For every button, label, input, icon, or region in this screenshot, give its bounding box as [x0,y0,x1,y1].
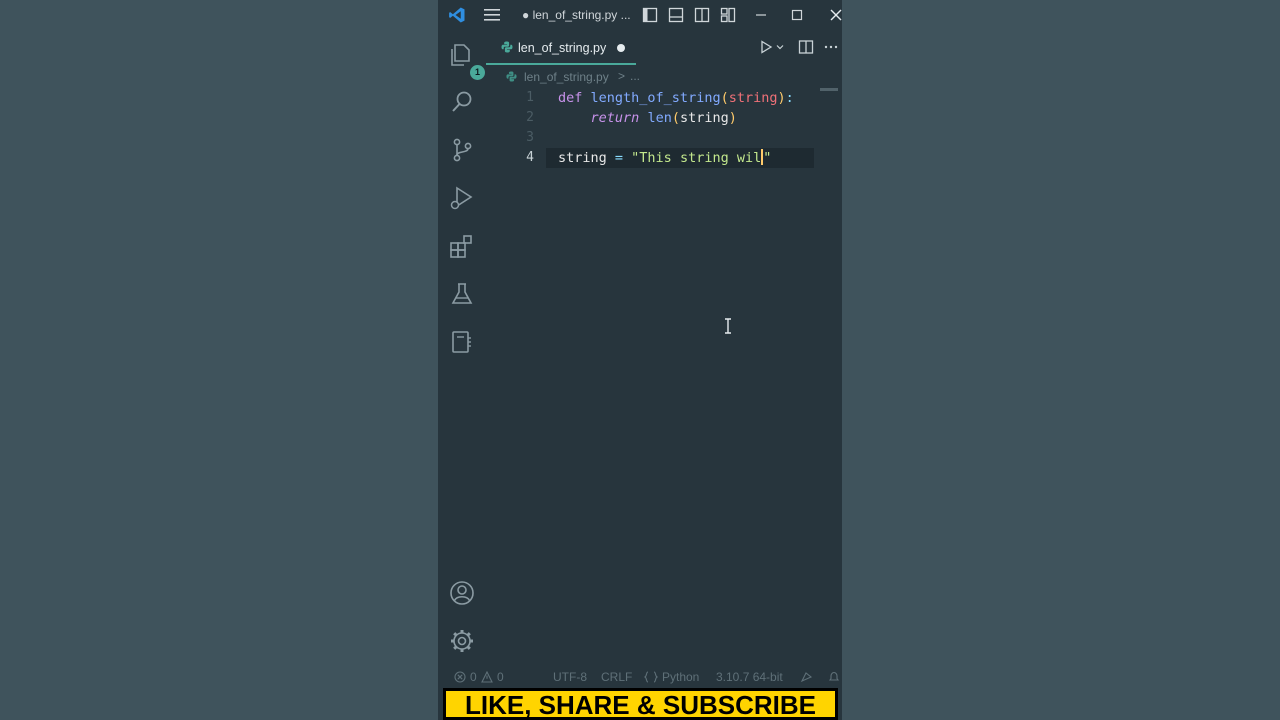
close-icon[interactable] [827,6,842,24]
function-name: length_of_string [590,90,721,106]
closing-quote: " [763,150,772,166]
unsaved-dot-icon[interactable] [617,44,625,52]
video-background-left [0,0,438,720]
line-number: 2 [526,110,534,125]
run-dropdown-chevron-icon[interactable] [775,39,785,55]
parameter: string [728,90,778,106]
activity-bar: 1 [438,30,486,666]
more-icon[interactable] [823,39,839,55]
encoding[interactable]: UTF-8 [553,670,587,684]
minimize-icon[interactable] [752,6,770,24]
python-interpreter[interactable]: 3.10.7 64-bit [716,670,783,684]
breadcrumb: len_of_string.py > ... [486,66,842,88]
subscribe-banner: LIKE, SHARE & SUBSCRIBE [443,688,838,720]
open-paren: ( [720,90,729,106]
video-background-right [842,0,1280,720]
tab-label: len_of_string.py [518,41,607,55]
toggle-panel-icon[interactable] [668,7,684,23]
run-debug-icon [450,186,473,210]
feedback-icon[interactable] [800,671,813,683]
variable: string [558,150,607,166]
toggle-primary-sidebar-icon[interactable] [642,7,658,23]
python-file-icon [506,71,517,82]
customize-layout-icon[interactable] [720,7,736,23]
error-count[interactable]: 0 [470,670,477,684]
explorer-badge: 1 [470,65,485,80]
notebook-icon [452,331,471,353]
line-number: 1 [526,90,534,105]
settings-button[interactable] [449,628,475,654]
keyword-def: def [558,90,583,106]
language-braces-icon [644,671,658,683]
code-editor[interactable]: 1 def length_of_string(string): 2 return… [486,88,842,666]
menu-icon[interactable] [484,8,500,22]
close-paren: ) [777,90,786,106]
editor-tab-bar: len_of_string.py [486,30,842,65]
banner-text: LIKE, SHARE & SUBSCRIBE [464,690,817,720]
notifications-bell-icon[interactable] [828,671,840,683]
breadcrumb-file[interactable]: len_of_string.py [524,70,609,84]
colon: : [785,90,794,106]
code-text: return len(string) [558,108,737,128]
builtin-len: len [647,110,672,126]
code-text: string = "This string wil " [558,148,771,168]
search-button[interactable] [449,89,475,115]
window-title: ● len_of_string.py ... [522,8,631,22]
code-text: def length_of_string(string): [558,88,794,108]
argument: string [679,110,729,126]
code-line: 1 def length_of_string(string): [486,88,842,108]
testing-icon [451,283,473,304]
code-line-current: 4 string = "This string wil " [486,148,842,168]
keyword-return: return [590,110,640,126]
account-icon [450,581,474,605]
breadcrumb-more[interactable]: ... [630,69,640,83]
warning-icon[interactable] [481,671,493,683]
account-button[interactable] [449,580,475,606]
line-number: 4 [526,150,534,165]
run-icon[interactable] [758,39,774,55]
maximize-icon[interactable] [788,6,806,24]
toggle-secondary-sidebar-icon[interactable] [694,7,710,23]
mouse-ibeam-cursor-icon [725,318,731,334]
vscode-logo-icon [449,7,465,23]
explorer-button[interactable]: 1 [449,41,485,80]
string-literal: "This string wil [631,150,762,166]
line-number: 3 [526,130,534,145]
source-control-button[interactable] [449,137,475,163]
vscode-window: ● len_of_string.py ... 1 len_of_string.p… [438,0,842,720]
title-bar: ● len_of_string.py ... [438,0,842,30]
error-icon[interactable] [454,671,466,683]
notebook-button[interactable] [449,329,475,355]
open-paren: ( [671,110,680,126]
testing-button[interactable] [449,281,475,307]
status-bar: 0 0 UTF-8 CRLF Python 3.10.7 64-bit [438,666,842,688]
warning-count[interactable]: 0 [497,670,504,684]
explorer-icon [451,44,470,66]
assign-operator: = [606,150,632,166]
python-file-icon [501,41,513,53]
search-icon [452,91,472,112]
language-mode[interactable]: Python [662,670,699,684]
close-paren: ) [728,110,737,126]
extensions-icon [450,235,472,258]
breadcrumb-separator: > [618,69,626,83]
split-editor-icon[interactable] [798,39,814,55]
tab-len-of-string[interactable]: len_of_string.py [486,30,636,65]
code-line: 2 return len(string) [486,108,842,128]
run-debug-button[interactable] [449,185,475,211]
settings-gear-icon [451,630,473,652]
code-line: 3 [486,128,842,148]
line-endings[interactable]: CRLF [601,670,632,684]
extensions-button[interactable] [449,233,475,259]
source-control-icon [453,138,472,162]
